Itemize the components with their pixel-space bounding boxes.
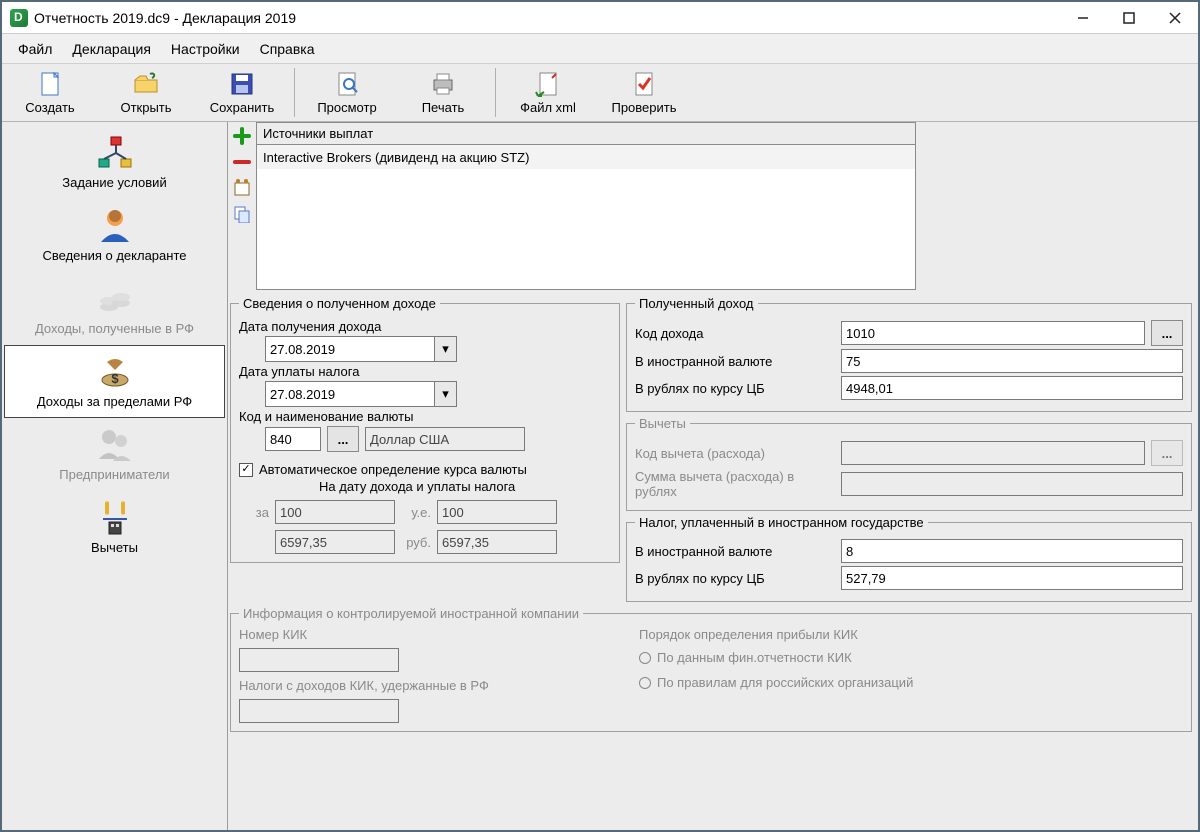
sources-list[interactable]: Interactive Brokers (дивиденд на акцию S… [256, 145, 916, 290]
menu-file[interactable]: Файл [8, 37, 62, 61]
foreign-tax-rub-input[interactable] [841, 566, 1183, 590]
income-rub-input[interactable] [841, 376, 1183, 400]
chevron-down-icon[interactable]: ▾ [434, 382, 456, 406]
rate-per-input [275, 500, 395, 524]
list-item[interactable]: Interactive Brokers (дивиденд на акцию S… [257, 145, 915, 169]
date-tax-input[interactable] [266, 382, 434, 406]
toolbar-open[interactable]: Открыть [98, 64, 194, 121]
source-add-button[interactable] [232, 126, 252, 146]
kik-opt2-radio [639, 677, 651, 689]
rate-unit-input [437, 500, 557, 524]
window-title: Отчетность 2019.dc9 - Декларация 2019 [34, 10, 1060, 26]
currency-pick-button[interactable]: ... [327, 426, 359, 452]
toolbar-create[interactable]: Создать [2, 64, 98, 121]
foreign-tax-fx-input[interactable] [841, 539, 1183, 563]
declarant-icon [95, 206, 135, 246]
svg-text:$: $ [111, 371, 119, 386]
toolbar-print[interactable]: Печать [395, 64, 491, 121]
sidebar-conditions[interactable]: Задание условий [4, 126, 225, 199]
toolbar-save[interactable]: Сохранить [194, 64, 290, 121]
title-bar: Отчетность 2019.dc9 - Декларация 2019 [2, 2, 1198, 34]
chevron-down-icon[interactable]: ▾ [434, 337, 456, 361]
entrepreneurs-icon [95, 425, 135, 465]
toolbar-xml[interactable]: Файл xml [500, 64, 596, 121]
check-icon [630, 70, 658, 98]
income-code-input[interactable] [841, 321, 1145, 345]
auto-rate-checkbox[interactable] [239, 463, 253, 477]
deduct-sum-input [841, 472, 1183, 496]
minimize-button[interactable] [1060, 3, 1106, 33]
conditions-icon [95, 133, 135, 173]
currency-code-input[interactable] [265, 427, 321, 451]
sidebar-deductions[interactable]: Вычеты [4, 491, 225, 564]
currency-name-field [365, 427, 525, 451]
kik-number-input [239, 648, 399, 672]
date-received-input[interactable] [266, 337, 434, 361]
new-file-icon [36, 70, 64, 98]
income-rf-icon [95, 279, 135, 319]
kik-tax-input [239, 699, 399, 723]
folder-open-icon [132, 70, 160, 98]
menu-declaration[interactable]: Декларация [62, 37, 161, 61]
print-icon [429, 70, 457, 98]
sidebar-declarant[interactable]: Сведения о декларанте [4, 199, 225, 272]
sidebar-income-foreign[interactable]: $ Доходы за пределами РФ [4, 345, 225, 418]
toolbar-check[interactable]: Проверить [596, 64, 692, 121]
income-foreign-icon: $ [95, 352, 135, 392]
income-fx-input[interactable] [841, 349, 1183, 373]
menu-bar: Файл Декларация Настройки Справка [2, 34, 1198, 64]
xml-file-icon [534, 70, 562, 98]
source-copy-button[interactable] [232, 204, 252, 224]
menu-help[interactable]: Справка [250, 37, 325, 61]
app-icon [10, 9, 28, 27]
source-edit-button[interactable] [232, 178, 252, 198]
save-icon [228, 70, 256, 98]
menu-settings[interactable]: Настройки [161, 37, 250, 61]
kik-opt1-radio [639, 652, 651, 664]
kik-group: Информация о контролируемой иностранной … [230, 606, 1192, 732]
income-info-group: Сведения о полученном доходе Дата получе… [230, 296, 620, 563]
deductions-icon [95, 498, 135, 538]
source-remove-button[interactable] [232, 152, 252, 172]
maximize-button[interactable] [1106, 3, 1152, 33]
deduct-code-input [841, 441, 1145, 465]
sidebar: Задание условий Сведения о декларанте До… [2, 122, 228, 830]
deduct-code-pick-button: ... [1151, 440, 1183, 466]
toolbar: Создать Открыть Сохранить Просмотр Печат… [2, 64, 1198, 122]
date-tax-combo[interactable]: ▾ [265, 381, 457, 407]
received-income-group: Полученный доход Код дохода ... В иностр… [626, 296, 1192, 412]
sidebar-entrepreneurs[interactable]: Предприниматели [4, 418, 225, 491]
rate1-input [275, 530, 395, 554]
toolbar-preview[interactable]: Просмотр [299, 64, 395, 121]
foreign-tax-group: Налог, уплаченный в иностранном государс… [626, 515, 1192, 602]
sources-header: Источники выплат [256, 122, 916, 145]
date-received-combo[interactable]: ▾ [265, 336, 457, 362]
close-button[interactable] [1152, 3, 1198, 33]
sidebar-income-rf[interactable]: Доходы, полученные в РФ [4, 272, 225, 345]
deductions-group: Вычеты Код вычета (расхода) ... Сумма вы… [626, 416, 1192, 511]
preview-icon [333, 70, 361, 98]
income-code-pick-button[interactable]: ... [1151, 320, 1183, 346]
rate2-input [437, 530, 557, 554]
